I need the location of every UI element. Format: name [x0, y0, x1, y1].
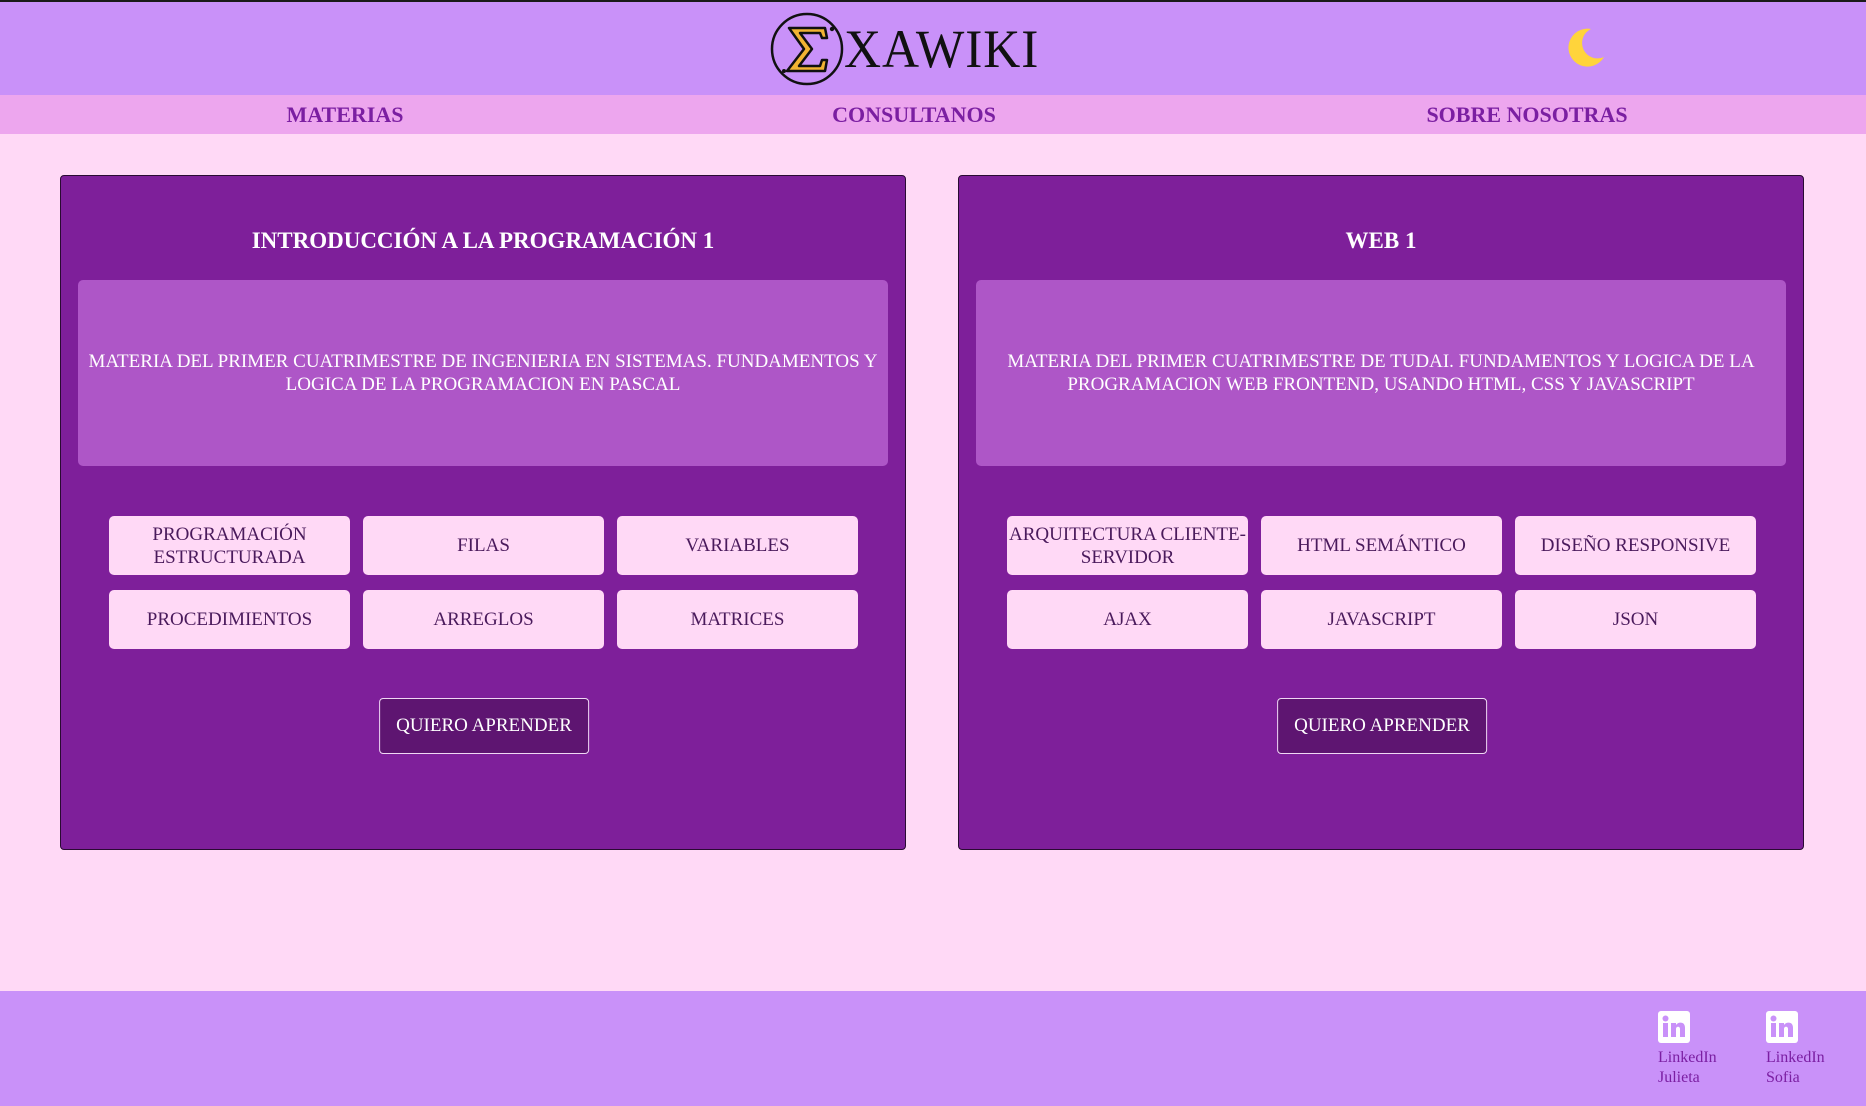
- course-title: WEB 1: [1345, 228, 1417, 253]
- course-card-web-1: WEB 1 MATERIA DEL PRIMER CUATRIMESTRE DE…: [958, 175, 1804, 850]
- topic-grid: PROGRAMACIÓN ESTRUCTURADA FILAS VARIABLE…: [109, 516, 859, 649]
- topic-button[interactable]: HTML SEMÁNTICO: [1261, 516, 1502, 575]
- linkedin-name: Sofia: [1766, 1069, 1800, 1086]
- nav-item-sobre-nosotras[interactable]: SOBRE NOSOTRAS: [1426, 95, 1627, 134]
- topic-grid: ARQUITECTURA CLIENTE-SERVIDOR HTML SEMÁN…: [1007, 516, 1757, 649]
- course-description: MATERIA DEL PRIMER CUATRIMESTRE DE TUDAI…: [976, 280, 1786, 466]
- topic-button[interactable]: FILAS: [363, 516, 604, 575]
- topic-button[interactable]: JSON: [1515, 590, 1756, 649]
- topic-button[interactable]: ARREGLOS: [363, 590, 604, 649]
- course-title: INTRODUCCIÓN A LA PROGRAMACIÓN 1: [251, 228, 715, 253]
- learn-button[interactable]: QUIERO APRENDER: [379, 698, 589, 754]
- course-description-text: MATERIA DEL PRIMER CUATRIMESTRE DE INGEN…: [88, 351, 878, 395]
- course-description: MATERIA DEL PRIMER CUATRIMESTRE DE INGEN…: [78, 280, 888, 466]
- linkedin-name: Julieta: [1658, 1069, 1700, 1086]
- moon-icon[interactable]: [1563, 24, 1609, 70]
- linkedin-label: LinkedIn: [1658, 1049, 1717, 1066]
- linkedin-icon: [1766, 1011, 1798, 1043]
- logo-text: XAWIKI: [844, 18, 1040, 79]
- course-description-text: MATERIA DEL PRIMER CUATRIMESTRE DE TUDAI…: [1007, 351, 1755, 395]
- topic-button[interactable]: MATRICES: [617, 590, 858, 649]
- topic-button[interactable]: VARIABLES: [617, 516, 858, 575]
- site-logo[interactable]: XAWIKI: [770, 2, 1050, 95]
- nav-item-materias[interactable]: MATERIAS: [287, 95, 404, 134]
- learn-button[interactable]: QUIERO APRENDER: [1277, 698, 1487, 754]
- course-card-intro-programacion: INTRODUCCIÓN A LA PROGRAMACIÓN 1 MATERIA…: [60, 175, 906, 850]
- topic-button[interactable]: DISEÑO RESPONSIVE: [1515, 516, 1756, 575]
- site-footer: LinkedIn Julieta LinkedIn Sofia: [0, 991, 1866, 1106]
- site-header: XAWIKI: [0, 2, 1866, 95]
- topic-button[interactable]: ARQUITECTURA CLIENTE-SERVIDOR: [1007, 516, 1248, 575]
- linkedin-link-sofia[interactable]: LinkedIn Sofia: [1766, 1011, 1825, 1088]
- topic-button[interactable]: PROCEDIMIENTOS: [109, 590, 350, 649]
- topic-button[interactable]: JAVASCRIPT: [1261, 590, 1502, 649]
- topic-button[interactable]: PROGRAMACIÓN ESTRUCTURADA: [109, 516, 350, 575]
- linkedin-icon: [1658, 1011, 1690, 1043]
- sigma-icon: [770, 12, 844, 85]
- topic-button[interactable]: AJAX: [1007, 590, 1248, 649]
- linkedin-link-julieta[interactable]: LinkedIn Julieta: [1658, 1011, 1717, 1088]
- nav-item-consultanos[interactable]: CONSULTANOS: [832, 95, 996, 134]
- main-nav: MATERIAS CONSULTANOS SOBRE NOSOTRAS: [0, 95, 1866, 134]
- linkedin-label: LinkedIn: [1766, 1049, 1825, 1066]
